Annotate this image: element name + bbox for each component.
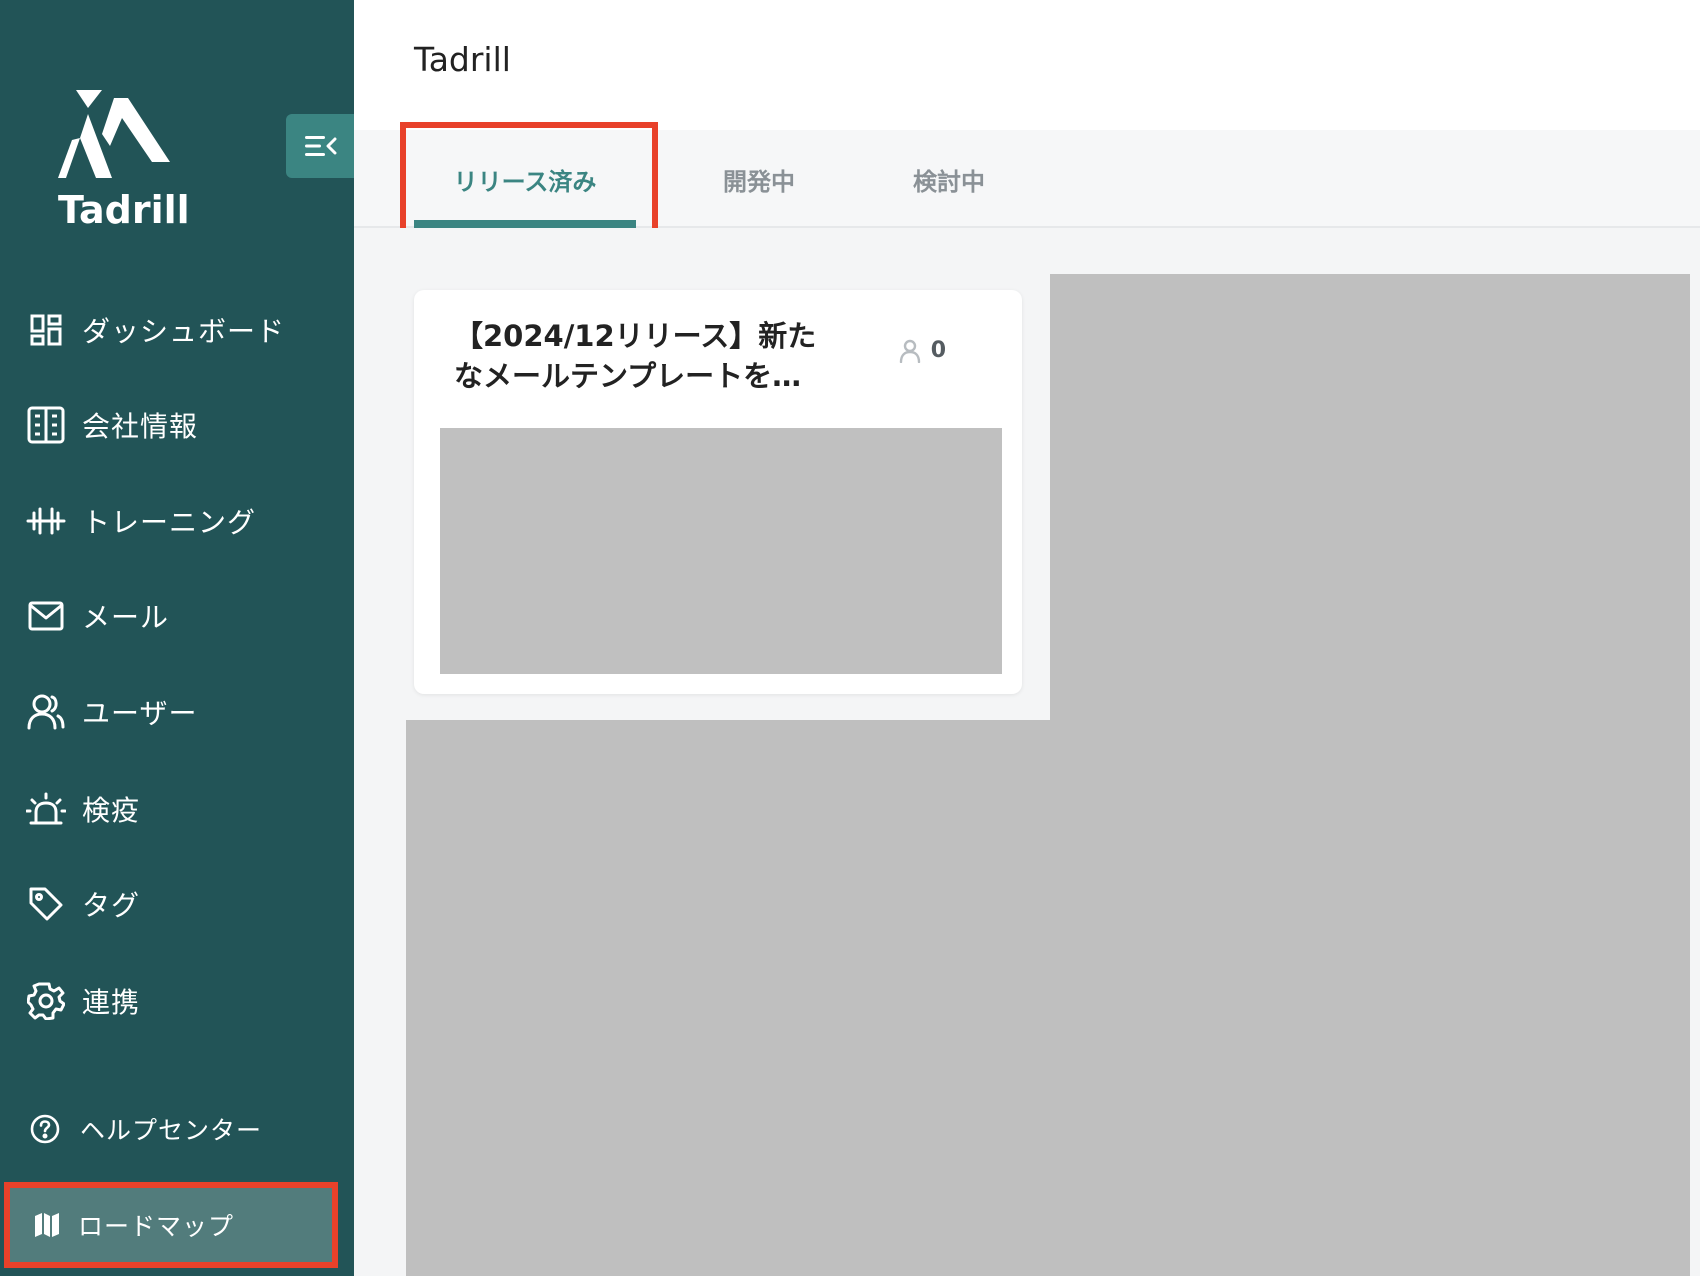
sidebar-item-help-center[interactable]: ヘルプセンター — [0, 1094, 354, 1164]
help-circle-icon — [28, 1112, 62, 1146]
sidebar-item-quarantine[interactable]: 検疫 — [0, 774, 354, 844]
sidebar-item-tags[interactable]: タグ — [0, 869, 354, 939]
tab-released[interactable]: リリース済み — [414, 130, 636, 228]
sidebar-item-users[interactable]: ユーザー — [0, 677, 354, 747]
users-icon — [26, 692, 66, 732]
sidebar-item-label: トレーニング — [82, 506, 257, 539]
redacted-area — [1050, 274, 1690, 1276]
sidebar-item-mail[interactable]: メール — [0, 581, 354, 651]
card-count-value: 0 — [930, 338, 946, 363]
dashboard-icon — [26, 310, 66, 350]
alarm-icon — [26, 789, 66, 829]
gear-icon — [26, 981, 66, 1021]
sidebar-item-label: ダッシュボード — [82, 315, 286, 348]
sidebar: Tadrill ダッシュボード 会社情報 トレーニング メール ユーザー 検疫 … — [0, 0, 354, 1276]
map-icon — [30, 1208, 64, 1242]
building-icon — [26, 405, 66, 445]
sidebar-item-label: タグ — [82, 889, 141, 922]
top-bar: Tadrill — [354, 0, 1700, 130]
logo-text: Tadrill — [58, 188, 190, 232]
sidebar-item-label: 連携 — [82, 986, 141, 1019]
tab-in-development[interactable]: 開発中 — [694, 130, 824, 228]
user-icon — [899, 339, 920, 363]
card-vote-count[interactable]: 0 — [899, 338, 946, 363]
card-image — [440, 428, 1002, 674]
tab-under-consideration[interactable]: 検討中 — [884, 130, 1014, 228]
dumbbell-icon — [26, 501, 66, 541]
mail-icon — [26, 596, 66, 636]
sidebar-item-label: ヘルプセンター — [80, 1116, 263, 1145]
tab-bar: リリース済み 開発中 検討中 — [354, 130, 1700, 228]
sidebar-item-dashboard[interactable]: ダッシュボード — [0, 295, 354, 365]
sidebar-item-label: ユーザー — [82, 697, 198, 730]
sidebar-item-label: メール — [82, 601, 170, 634]
sidebar-item-roadmap[interactable]: ロードマップ — [8, 1186, 336, 1264]
sidebar-item-label: 検疫 — [82, 794, 141, 827]
logo-mark-icon — [58, 90, 170, 178]
roadmap-card[interactable]: 【2024/12リリース】新たなメールテンプレートを… 0 — [414, 290, 1022, 694]
redacted-area — [406, 720, 1056, 1276]
page-title: Tadrill — [414, 40, 511, 79]
card-title: 【2024/12リリース】新たなメールテンプレートを… — [454, 319, 817, 393]
sidebar-item-company[interactable]: 会社情報 — [0, 390, 354, 460]
collapse-sidebar-button[interactable] — [286, 114, 354, 178]
active-tab-indicator — [414, 220, 636, 228]
menu-collapse-icon — [305, 136, 337, 156]
sidebar-item-integrations[interactable]: 連携 — [0, 966, 354, 1036]
tadrill-logo[interactable]: Tadrill — [58, 90, 190, 232]
tag-icon — [26, 884, 66, 924]
sidebar-item-training[interactable]: トレーニング — [0, 486, 354, 556]
sidebar-item-label: ロードマップ — [78, 1212, 235, 1241]
sidebar-item-label: 会社情報 — [82, 410, 199, 443]
